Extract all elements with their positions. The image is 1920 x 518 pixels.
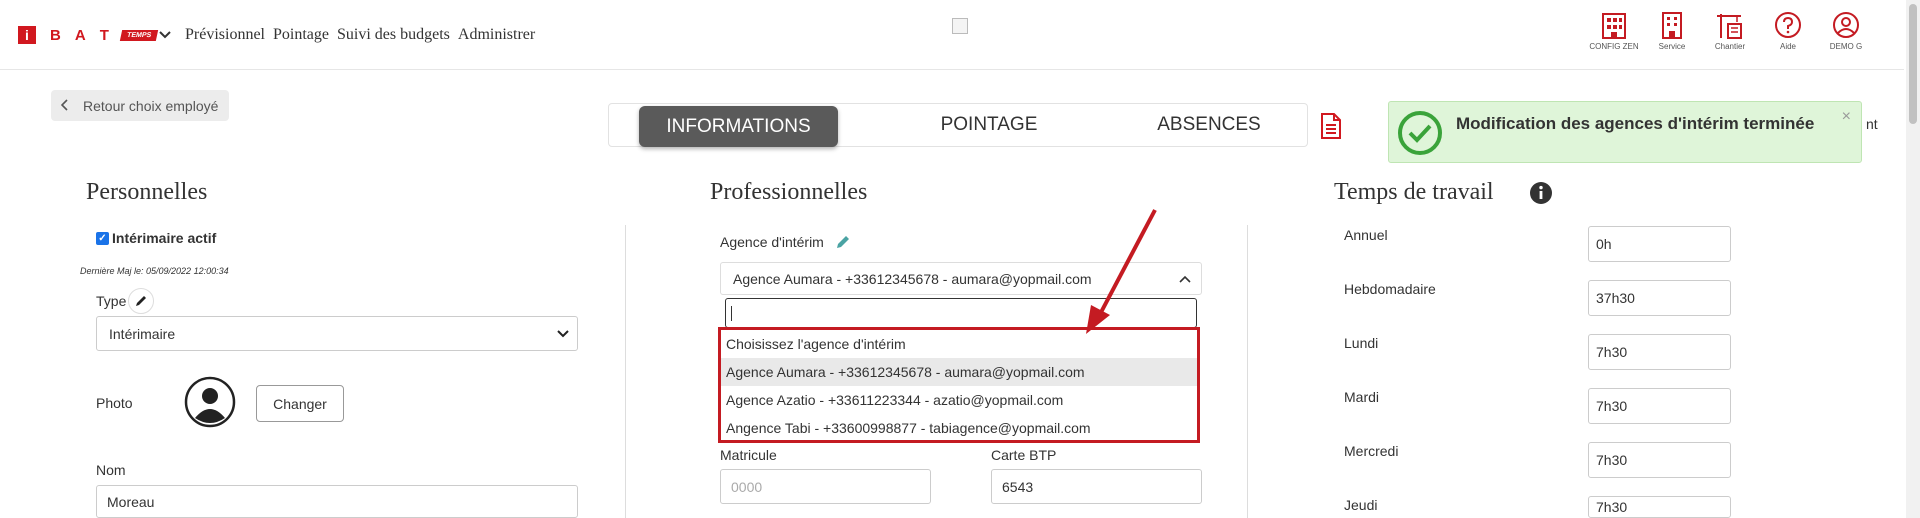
jeudi-input[interactable]: 7h30 (1588, 496, 1731, 518)
agence-interim-label: Agence d'intérim (720, 234, 824, 250)
hebdomadaire-input[interactable]: 37h30 (1588, 280, 1731, 316)
text-caret (731, 306, 732, 321)
agence-option-tabi[interactable]: Angence Tabi - +33600998877 - tabiagence… (721, 414, 1197, 442)
broken-image-icon (952, 18, 968, 34)
nav-pointage[interactable]: Pointage (273, 26, 329, 44)
chantier-button[interactable]: Chantier (1710, 10, 1750, 51)
scrollbar-thumb[interactable] (1909, 4, 1917, 124)
chevron-up-icon (1179, 272, 1191, 286)
ibat-logo[interactable]: i B A T TEMPS (18, 26, 159, 44)
interimaire-actif-checkbox[interactable]: ✓ (96, 231, 109, 245)
logo-i-mark: i (18, 26, 36, 44)
logo-letter-a: A (74, 26, 86, 44)
nom-label: Nom (96, 462, 126, 478)
check-circle-icon (1397, 110, 1443, 161)
nav-previsionnel[interactable]: Prévisionnel (185, 26, 265, 44)
agence-dropdown-list: Choisissez l'agence d'intérim Agence Aum… (718, 327, 1200, 443)
last-update-text: Dernière Maj le: 05/09/2022 12:00:34 (80, 266, 229, 276)
section-title-professionnelles: Professionnelles (710, 179, 868, 205)
annuel-input[interactable]: 0h (1588, 226, 1731, 262)
mardi-label: Mardi (1344, 389, 1380, 405)
service-label: Service (1658, 42, 1686, 51)
back-button-label: Retour choix employé (83, 97, 219, 114)
document-icon[interactable] (1320, 112, 1342, 145)
app-switch-chevron-down-icon[interactable] (158, 27, 172, 43)
agence-option-placeholder[interactable]: Choisissez l'agence d'intérim (721, 330, 1197, 358)
pencil-icon (136, 296, 146, 306)
logo-letter-b: B (50, 26, 61, 44)
toast-message: Modification des agences d'intérim termi… (1456, 114, 1815, 133)
matricule-input[interactable]: 0000 (720, 469, 931, 504)
photo-label: Photo (96, 395, 133, 411)
agence-search-input[interactable] (725, 298, 1197, 328)
section-title-personnelles: Personnelles (86, 179, 208, 205)
carte-btp-input[interactable]: 6543 (991, 469, 1202, 504)
mercredi-input[interactable]: 7h30 (1588, 442, 1731, 478)
success-toast: Modification des agences d'intérim termi… (1388, 101, 1862, 163)
user-icon (1833, 12, 1859, 38)
top-navbar: i B A T TEMPS Prévisionnel Pointage Suiv… (0, 0, 1904, 70)
chevron-left-icon (60, 98, 69, 114)
tabs-bar: INFORMATIONS POINTAGE ABSENCES (608, 103, 1308, 147)
help-icon (1775, 12, 1801, 38)
agence-option-azatio[interactable]: Agence Azatio - +33611223344 - azatio@yo… (721, 386, 1197, 414)
column-divider-right (1247, 225, 1248, 518)
lundi-label: Lundi (1344, 335, 1379, 351)
avatar (184, 376, 236, 433)
back-to-employee-choice-button[interactable]: Retour choix employé (51, 90, 229, 121)
interimaire-actif-checkbox-row[interactable]: ✓ Intérimaire actif (96, 230, 216, 246)
chevron-down-icon (557, 327, 569, 341)
lundi-input[interactable]: 7h30 (1588, 334, 1731, 370)
config-zen-label: CONFIG ZEN (1589, 42, 1639, 51)
hebdomadaire-label: Hebdomadaire (1344, 281, 1436, 297)
column-divider-left (625, 225, 626, 518)
user-menu-button[interactable]: DEMO G (1826, 10, 1866, 51)
mardi-input[interactable]: 7h30 (1588, 388, 1731, 424)
interimaire-actif-label: Intérimaire actif (112, 230, 217, 246)
partial-hidden-text: nt (1866, 116, 1878, 132)
agence-interim-select[interactable]: Agence Aumara - +33612345678 - aumara@yo… (720, 262, 1202, 295)
config-zen-icon (1602, 13, 1626, 39)
aide-button[interactable]: Aide (1768, 10, 1808, 51)
carte-btp-label: Carte BTP (991, 447, 1057, 463)
info-icon[interactable] (1529, 181, 1553, 210)
aide-label: Aide (1779, 42, 1796, 51)
section-title-temps-de-travail: Temps de travail (1334, 179, 1494, 205)
matricule-label: Matricule (720, 447, 777, 463)
main-nav: Prévisionnel Pointage Suivi des budgets … (185, 26, 535, 44)
tab-informations[interactable]: INFORMATIONS (639, 106, 838, 147)
user-label: DEMO G (1829, 42, 1863, 51)
agence-option-aumara[interactable]: Agence Aumara - +33612345678 - aumara@yo… (721, 358, 1197, 386)
service-icon (1662, 12, 1682, 39)
page-scrollbar[interactable] (1906, 0, 1920, 518)
nom-input[interactable]: Moreau (96, 485, 578, 518)
mercredi-label: Mercredi (1344, 443, 1399, 459)
top-icon-bar: CONFIG ZEN Service Chantier Aide DEMO G (1589, 10, 1866, 51)
annuel-label: Annuel (1344, 227, 1388, 243)
config-zen-button[interactable]: CONFIG ZEN (1589, 10, 1639, 51)
nav-administrer[interactable]: Administrer (458, 26, 535, 44)
type-select[interactable]: Intérimaire (96, 316, 578, 351)
chantier-icon (1717, 14, 1742, 39)
type-label: Type (96, 293, 127, 309)
jeudi-label: Jeudi (1344, 497, 1378, 513)
chantier-label: Chantier (1714, 42, 1746, 51)
logo-temps-badge: TEMPS (119, 29, 159, 41)
change-photo-button[interactable]: Changer (256, 385, 344, 422)
tab-absences[interactable]: ABSENCES (1109, 104, 1309, 146)
type-select-value: Intérimaire (109, 325, 176, 342)
agence-select-value: Agence Aumara - +33612345678 - aumara@yo… (733, 270, 1092, 287)
service-button[interactable]: Service (1652, 10, 1692, 51)
agence-edit-pencil-icon[interactable] (835, 234, 851, 255)
tab-pointage[interactable]: POINTAGE (889, 104, 1089, 146)
type-edit-button[interactable] (128, 288, 154, 314)
nav-suivi-budgets[interactable]: Suivi des budgets (337, 26, 450, 44)
toast-close-icon[interactable]: × (1842, 108, 1851, 126)
logo-letter-t: T (99, 26, 109, 44)
